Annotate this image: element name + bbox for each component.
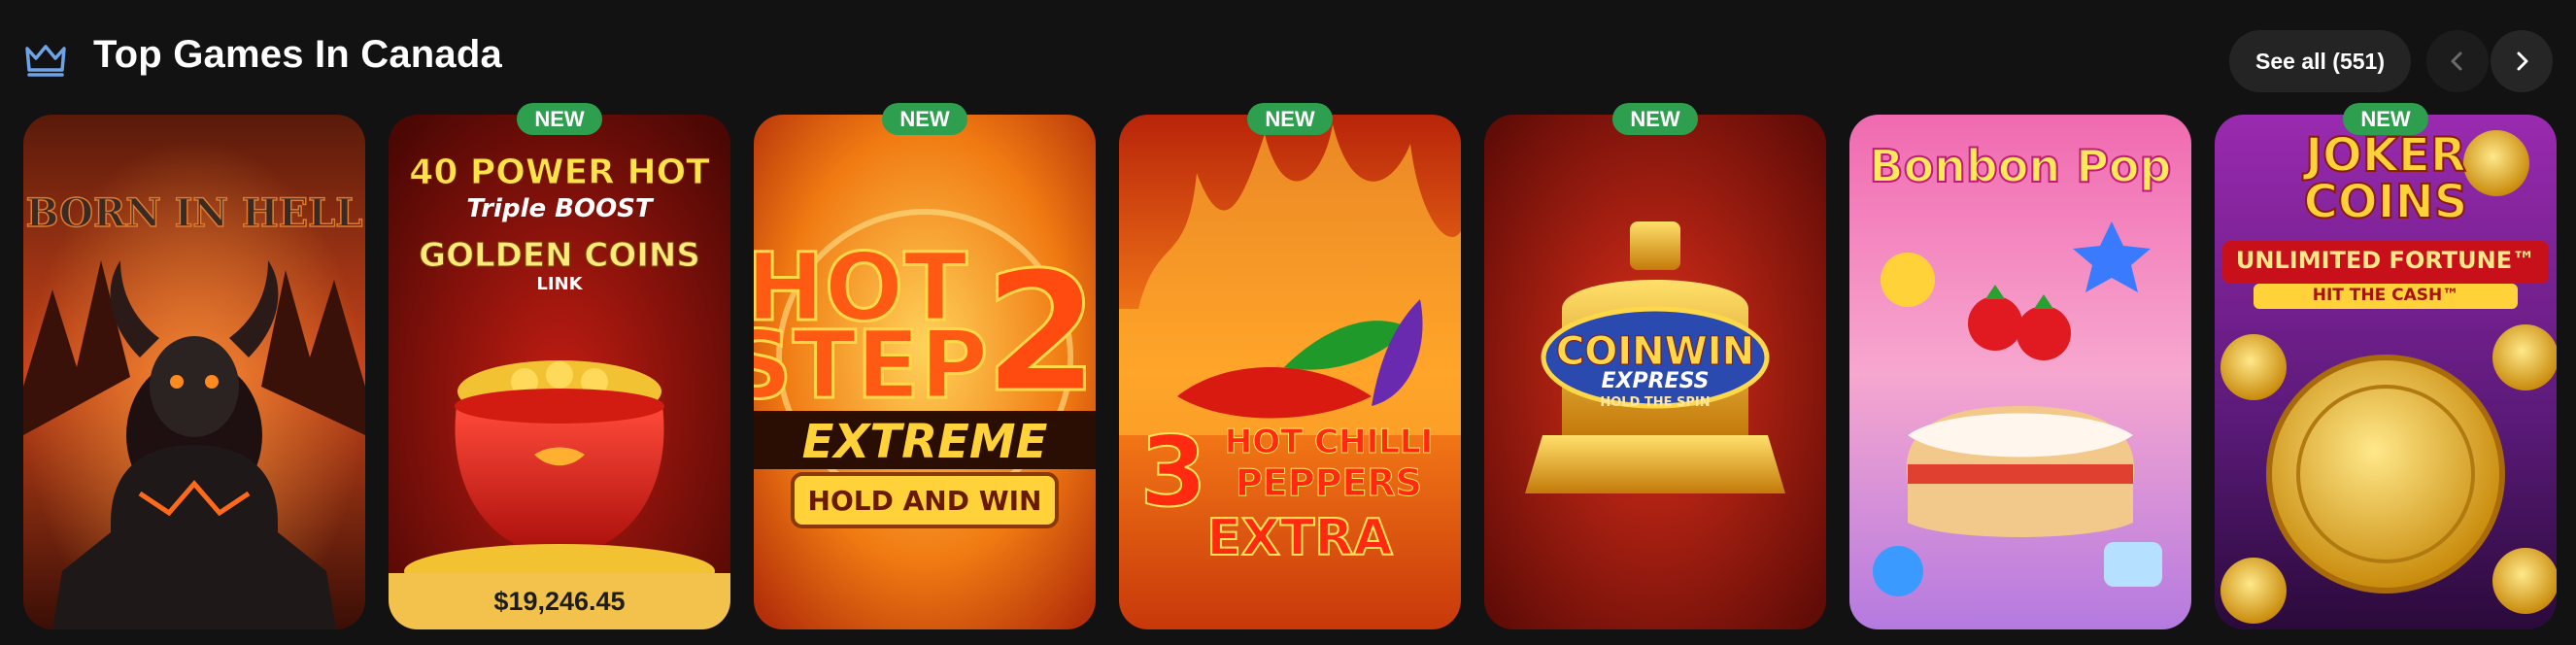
game-card-joker-coins[interactable]: JOKER COINS UNLIMITED FORTUNE™ HIT THE C… [2215, 115, 2557, 629]
game-card-bonbon-pop[interactable]: Bonbon Pop [1849, 115, 2191, 629]
game-title-line: JOKER [2304, 128, 2467, 183]
game-title-line: COINWIN [1555, 329, 1755, 374]
next-button[interactable] [2491, 30, 2553, 92]
game-title-line: LINK [536, 274, 583, 294]
new-badge: NEW [2343, 103, 2428, 135]
jackpot-amount: $19,246.45 [389, 573, 730, 629]
new-badge: NEW [882, 103, 967, 135]
section-title: Top Games In Canada [93, 33, 502, 76]
new-badge: NEW [1247, 103, 1333, 135]
game-title-line: EXTREME [801, 415, 1048, 469]
section-header: Top Games In Canada See all (551) [0, 0, 2576, 113]
game-title-line: HOLD AND WIN [807, 485, 1042, 517]
game-card-40-power-hot[interactable]: 40 POWER HOT Triple BOOST GOLDEN COINS L… [389, 115, 730, 629]
see-all-button[interactable]: See all (551) [2229, 30, 2411, 92]
game-title-line: EXPRESS [1601, 369, 1710, 393]
game-card-hot-step-2-extreme[interactable]: HOT STEP 2 EXTREME HOLD AND WIN [754, 115, 1096, 629]
chevron-left-icon [2451, 51, 2462, 71]
game-title-line: PEPPERS [1235, 461, 1423, 504]
game-title-line: GOLDEN COINS [419, 236, 701, 275]
game-title-line: HOT CHILLI [1224, 423, 1434, 461]
crown-icon [25, 45, 66, 77]
chevron-right-icon [2517, 51, 2528, 71]
game-thumbnail: BORN IN HELL [23, 115, 365, 629]
new-badge: NEW [517, 103, 602, 135]
game-card-coinwin-express[interactable]: COINWIN EXPRESS HOLD THE SPIN [1484, 115, 1826, 629]
game-title-line: HIT THE CASH™ [2312, 286, 2459, 305]
svg-text:BORN IN HELL: BORN IN HELL [26, 190, 363, 236]
game-title-line: EXTRA [1205, 509, 1393, 567]
game-title-line: Bonbon Pop [1869, 140, 2173, 192]
new-badge: NEW [1612, 103, 1698, 135]
game-title-line: HOLD THE SPIN [1600, 395, 1711, 410]
game-card-3-hot-chilli-peppers-extra[interactable]: 3 HOT CHILLI PEPPERS EXTRA [1119, 115, 1461, 629]
game-card-born-in-hell[interactable]: BORN IN HELL [23, 115, 365, 629]
previous-button[interactable] [2426, 30, 2489, 92]
game-title-line: UNLIMITED FORTUNE™ [2235, 247, 2536, 274]
game-title-line: 2 [982, 237, 1096, 429]
game-title-line: COINS [2303, 175, 2469, 229]
game-title-line: Triple BOOST [466, 194, 653, 223]
game-title-line: 40 POWER HOT [409, 153, 710, 192]
